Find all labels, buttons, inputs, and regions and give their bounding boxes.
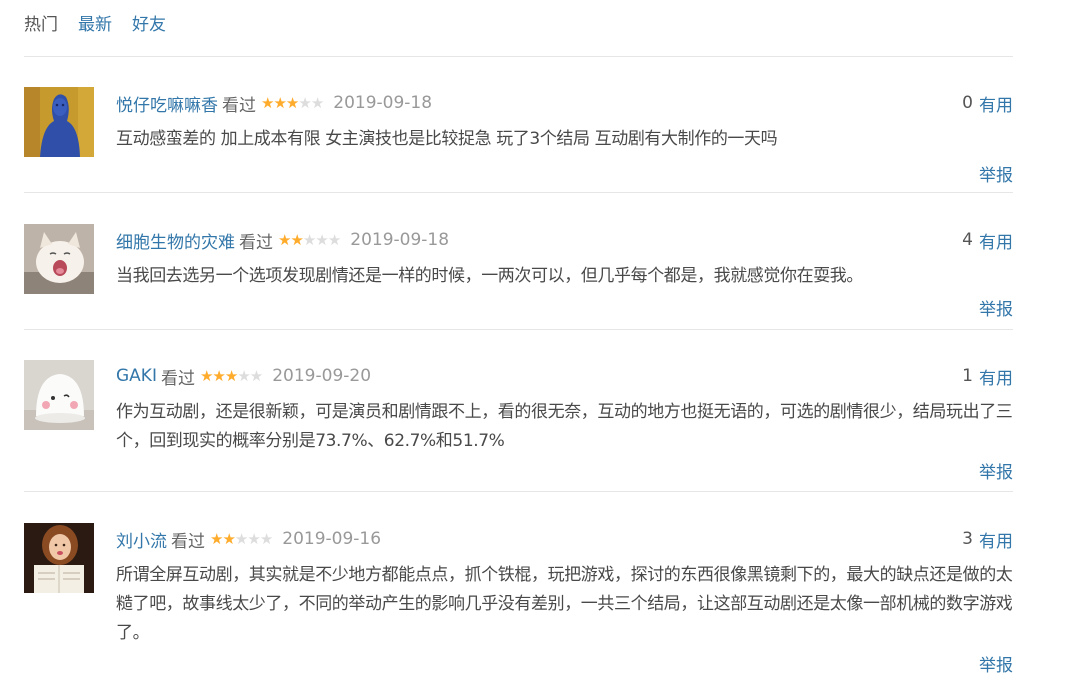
useful-button[interactable]: 有用 bbox=[979, 527, 1013, 552]
tabs-divider bbox=[24, 56, 1013, 57]
star-filled-icon: ★ bbox=[212, 367, 225, 385]
report-link[interactable]: 举报 bbox=[979, 458, 1013, 483]
watched-status: 看过 bbox=[160, 368, 195, 389]
star-filled-icon: ★ bbox=[273, 94, 286, 112]
report-link[interactable]: 举报 bbox=[979, 295, 1013, 320]
rating-stars: ★ ★ ★ ★ ★ bbox=[210, 530, 273, 548]
username-link[interactable]: GAKI bbox=[116, 366, 157, 386]
star-filled-icon: ★ bbox=[285, 94, 299, 112]
tab-latest[interactable]: 最新 bbox=[78, 10, 112, 35]
report-link[interactable]: 举报 bbox=[979, 161, 1013, 186]
username-link[interactable]: 悦仔吃嘛嘛香 bbox=[116, 91, 218, 116]
star-empty-icon: ★ bbox=[315, 231, 328, 249]
avatar[interactable] bbox=[24, 523, 94, 593]
useful-button[interactable]: 有用 bbox=[979, 228, 1013, 253]
rating-stars: ★ ★ ★ ★ ★ bbox=[261, 94, 324, 112]
star-empty-icon: ★ bbox=[259, 530, 273, 548]
vote-count: 3 bbox=[962, 529, 973, 549]
star-filled-icon: ★ bbox=[261, 94, 274, 112]
comment-item: 悦仔吃嘛嘛香 看过 ★ ★ ★ ★ ★ 2019-09-18 0 有用 互动感蛮差的 加… bbox=[24, 87, 1013, 193]
comment-divider bbox=[24, 192, 1013, 193]
star-empty-icon: ★ bbox=[310, 94, 324, 112]
avatar[interactable] bbox=[24, 224, 94, 294]
comment-item: 刘小流 看过 ★ ★ ★ ★ ★ 2019-09-16 3 有用 所谓全屏互动剧，其实就… bbox=[24, 523, 1013, 676]
star-empty-icon: ★ bbox=[237, 367, 250, 385]
username-link[interactable]: 刘小流 bbox=[116, 527, 167, 552]
username-link[interactable]: 细胞生物的灾难 bbox=[116, 228, 235, 253]
rating-stars: ★ ★ ★ ★ ★ bbox=[278, 231, 341, 249]
star-filled-icon: ★ bbox=[222, 530, 235, 548]
star-empty-icon: ★ bbox=[298, 94, 311, 112]
comment-header: 悦仔吃嘛嘛香 看过 ★ ★ ★ ★ ★ 2019-09-18 0 有用 bbox=[116, 90, 1013, 116]
comment-text: 互动感蛮差的 加上成本有限 女主演技也是比较捉急 玩了3个结局 互动剧有大制作的… bbox=[116, 129, 778, 149]
star-filled-icon: ★ bbox=[210, 530, 223, 548]
star-empty-icon: ★ bbox=[249, 367, 263, 385]
vote-area: 4 有用 bbox=[962, 228, 1013, 253]
white-blob-face-avatar-icon bbox=[24, 360, 94, 430]
vote-count: 4 bbox=[962, 230, 973, 250]
vote-count: 1 bbox=[962, 366, 973, 386]
comment-divider bbox=[24, 329, 1013, 330]
star-filled-icon: ★ bbox=[278, 231, 291, 249]
comment-date: 2019-09-18 bbox=[350, 230, 450, 250]
reading-girl-avatar-icon bbox=[24, 523, 94, 593]
useful-button[interactable]: 有用 bbox=[979, 91, 1013, 116]
report-link[interactable]: 举报 bbox=[979, 651, 1013, 676]
comment-date: 2019-09-16 bbox=[282, 529, 382, 549]
comment-divider bbox=[24, 491, 1013, 492]
watched-status: 看过 bbox=[171, 531, 205, 552]
yawning-cat-avatar-icon bbox=[24, 224, 94, 294]
vote-area: 3 有用 bbox=[962, 527, 1013, 552]
vote-count: 0 bbox=[962, 93, 973, 113]
tab-hot[interactable]: 热门 bbox=[24, 10, 58, 35]
star-filled-icon: ★ bbox=[290, 231, 303, 249]
avatar[interactable] bbox=[24, 87, 94, 157]
star-empty-icon: ★ bbox=[247, 530, 260, 548]
comment-tabs: 热门 最新 好友 bbox=[24, 9, 186, 35]
watched-status: 看过 bbox=[222, 95, 256, 116]
comment-text: 当我回去选另一个选项发现剧情还是一样的时候，一两次可以，但几乎每个都是，我就感觉… bbox=[116, 266, 863, 286]
vote-area: 1 有用 bbox=[962, 364, 1013, 389]
rating-stars: ★ ★ ★ ★ ★ bbox=[199, 367, 263, 385]
star-empty-icon: ★ bbox=[327, 231, 341, 249]
star-filled-icon: ★ bbox=[224, 367, 238, 385]
comment-date: 2019-09-20 bbox=[272, 366, 372, 386]
star-filled-icon: ★ bbox=[199, 367, 213, 385]
useful-button[interactable]: 有用 bbox=[979, 364, 1013, 389]
comment-header: 刘小流 看过 ★ ★ ★ ★ ★ 2019-09-16 3 有用 bbox=[116, 526, 1013, 552]
comment-item: GAKI 看过 ★ ★ ★ ★ ★ 2019-09-20 1 有用 作为互动剧，还是很新… bbox=[24, 360, 1013, 492]
vote-area: 0 有用 bbox=[962, 91, 1013, 116]
avatar[interactable] bbox=[24, 360, 94, 430]
star-empty-icon: ★ bbox=[234, 530, 248, 548]
comment-text: 作为互动剧，还是很新颖，可是演员和剧情跟不上，看的很无奈，互动的地方也挺无语的，… bbox=[116, 402, 1013, 451]
comment-date: 2019-09-18 bbox=[333, 93, 433, 113]
tab-friends[interactable]: 好友 bbox=[132, 10, 166, 35]
comment-header: GAKI 看过 ★ ★ ★ ★ ★ 2019-09-20 1 有用 bbox=[116, 363, 1013, 389]
comment-text: 所谓全屏互动剧，其实就是不少地方都能点点，抓个铁棍，玩把游戏，探讨的东西很像黑镜… bbox=[116, 565, 1013, 643]
blue-painted-figure-avatar-icon bbox=[24, 87, 94, 157]
star-empty-icon: ★ bbox=[302, 231, 316, 249]
watched-status: 看过 bbox=[239, 232, 273, 253]
comment-item: 细胞生物的灾难 看过 ★ ★ ★ ★ ★ 2019-09-18 4 有用 当我回去选另一… bbox=[24, 224, 1013, 330]
comment-header: 细胞生物的灾难 看过 ★ ★ ★ ★ ★ 2019-09-18 4 有用 bbox=[116, 227, 1013, 253]
